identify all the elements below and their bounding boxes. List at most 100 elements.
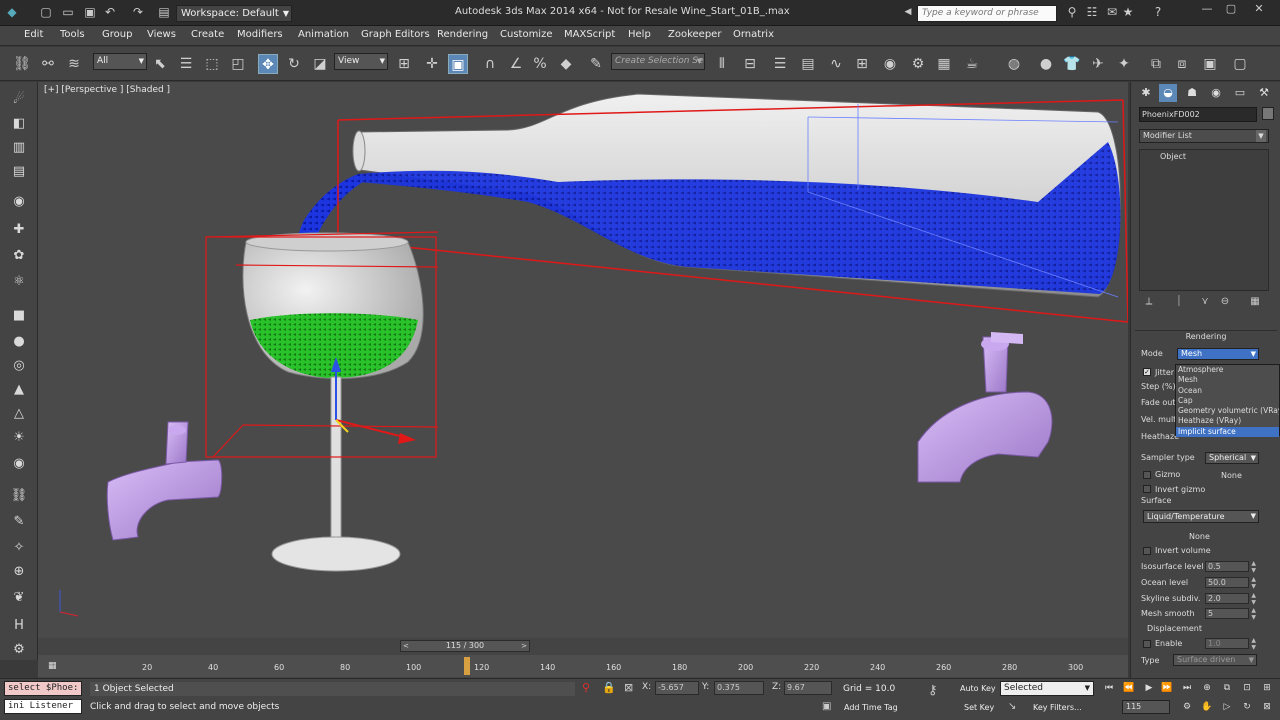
menu-tools[interactable]: Tools [60,29,85,40]
faucet-left[interactable] [106,421,223,541]
rectangular-selection-icon[interactable]: ⬚ [202,54,222,74]
isosurface-level-spinner[interactable]: 0.5 ▲ ▼ [1205,560,1256,574]
spacewarp-icon[interactable]: ✿ [9,246,29,266]
align-icon[interactable]: ⊟ [740,54,760,74]
time-config-icon[interactable]: ⚙ [1180,701,1194,714]
prev-frame-icon[interactable]: < [403,641,409,651]
current-frame-marker[interactable] [464,657,470,675]
sun-icon[interactable]: ☀ [9,428,29,448]
phoenix-helper-icon[interactable]: ✈ [1088,54,1108,74]
viewport-label[interactable]: [+] [Perspective ] [Shaded ] [44,85,170,95]
modify-tab-icon[interactable]: ◒ [1159,84,1177,102]
unlink-icon[interactable]: ⚯ [38,54,58,74]
create-box-icon[interactable]: ◧ [9,114,29,134]
select-and-scale-icon[interactable]: ◪ [310,54,330,74]
orbit-icon[interactable]: ↻ [1240,701,1254,714]
show-end-result-icon[interactable]: ⏐ [1171,296,1187,310]
layer-manager-icon[interactable]: ☰ [770,54,790,74]
snaps-toggle-icon[interactable]: ∩ [480,54,500,74]
remove-modifier-icon[interactable]: ⊖ [1217,296,1233,310]
window-crossing-icon[interactable]: ◰ [228,54,248,74]
menu-edit[interactable]: Edit [24,29,43,40]
field-of-view-icon[interactable]: ▷ [1220,701,1234,714]
menu-animation[interactable]: Animation [298,29,349,40]
mode-option-geometry-volumetric[interactable]: Geometry volumetric (VRay) [1176,406,1279,416]
menu-graph-editors[interactable]: Graph Editors [361,29,430,40]
mode-option-mesh[interactable]: Mesh [1176,375,1279,385]
menu-views[interactable]: Views [147,29,176,40]
paint-icon[interactable]: ✎ [9,512,29,532]
mode-option-ocean[interactable]: Ocean [1176,386,1279,396]
ocean-level-spinner[interactable]: 50.0 ▲ ▼ [1205,576,1256,590]
jitter-checkbox[interactable]: ✓ [1143,368,1151,376]
phoenix-sim-icon[interactable]: ⧈ [1172,54,1192,74]
sampler-type-dropdown[interactable]: Spherical ▼ [1205,452,1259,464]
z-coordinate-field[interactable]: 9.67 [784,681,832,695]
menu-create[interactable]: Create [191,29,224,40]
create-plane-icon[interactable]: ▤ [9,162,29,182]
mini-curve-icon[interactable]: ▦ [48,661,57,671]
menu-zookeeper[interactable]: Zookeeper [668,29,721,40]
helper-icon[interactable]: ✚ [9,220,29,240]
phoenix-source-icon[interactable]: ● [1036,54,1056,74]
scripts-icon[interactable]: ⚙ [9,640,29,660]
invert-gizmo-checkbox[interactable] [1143,485,1151,493]
sphere-icon[interactable]: ● [9,332,29,352]
goto-start-icon[interactable]: ⏮ [1102,682,1116,695]
keyboard-shortcut-override-icon[interactable]: ▣ [448,54,468,74]
menu-help[interactable]: Help [628,29,651,40]
selection-lock-icon[interactable]: 🔒 [602,681,616,694]
perspective-viewport[interactable]: [+] [Perspective ] [Shaded ] [38,82,1128,660]
previous-key-icon[interactable]: ⏪ [1122,682,1136,695]
spinner-arrows-icon[interactable]: ▲ ▼ [1251,607,1256,621]
zoom-extents-icon[interactable]: ⊡ [1240,682,1254,695]
timeline-ruler[interactable]: ▦ 20 40 60 80 100 120 140 160 180 200 22… [38,655,1128,677]
y-coordinate-field[interactable]: 0.375 [714,681,764,695]
maximize-viewport-icon[interactable]: ⊠ [1260,701,1274,714]
menu-customize[interactable]: Customize [500,29,553,40]
hierarchy-tab-icon[interactable]: ☗ [1183,84,1201,102]
rendered-frame-window-icon[interactable]: ▦ [934,54,954,74]
surface-dropdown[interactable]: Liquid/Temperature ▼ [1143,510,1259,523]
maxscript-listener-input[interactable]: ini Listener [4,699,82,714]
subscription-icon[interactable]: ☷ [1084,4,1100,20]
surface-none-button[interactable]: None [1189,532,1210,541]
key-filters-button[interactable]: Key Filters... [1033,703,1082,712]
light-bulb-icon[interactable]: ◉ [9,192,29,212]
spinner-arrows-icon[interactable]: ▲ ▼ [1251,560,1256,574]
help-search-input[interactable]: Type a keyword or phrase [917,5,1057,22]
modifier-stack[interactable]: Object [1139,149,1269,291]
mode-dropdown[interactable]: Mesh ▼ [1177,348,1259,360]
close-icon[interactable]: ✕ [1248,2,1270,16]
redo-icon[interactable]: ↷ [130,4,146,20]
undo-icon[interactable]: ↶ [102,4,118,20]
expand-search-icon[interactable]: ◀ [900,4,916,20]
play-icon[interactable]: ▶ [1142,682,1156,695]
menu-modifiers[interactable]: Modifiers [237,29,283,40]
key-icon[interactable]: ⚷ [928,683,938,698]
utilities-tab-icon[interactable]: ⚒ [1255,84,1273,102]
particles-emitter-icon[interactable]: ✧ [9,538,29,558]
goto-end-icon[interactable]: ⏭ [1180,682,1194,695]
time-slider[interactable]: < 115 / 300 > [400,640,530,652]
mode-option-heathaze[interactable]: Heathaze (VRay) [1176,416,1279,426]
time-tag-icon[interactable]: ▣ [822,701,831,712]
absolute-mode-icon[interactable]: ⊠ [624,681,633,694]
displacement-multiplier-spinner[interactable]: 1.0 ▲ ▼ [1205,637,1256,651]
new-file-icon[interactable]: ▢ [38,4,54,20]
add-time-tag-button[interactable]: Add Time Tag [844,703,898,712]
mesh-smooth-spinner[interactable]: 5 ▲ ▼ [1205,607,1256,621]
phoenix-render-icon[interactable]: ▢ [1230,54,1250,74]
select-by-name-icon[interactable]: ☰ [176,54,196,74]
x-coordinate-field[interactable]: -5.657 [655,681,699,695]
open-file-icon[interactable]: ▭ [60,4,76,20]
mode-option-cap[interactable]: Cap [1176,396,1279,406]
mode-option-implicit-surface[interactable]: Implicit surface [1176,426,1279,438]
phoenix-shirt-icon[interactable]: 👕 [1062,54,1082,74]
pan-view-icon[interactable]: ✋ [1200,701,1214,714]
modifier-list-dropdown[interactable]: Modifier List ▼ [1139,129,1269,143]
select-manipulate-icon[interactable]: ✛ [422,54,442,74]
zoom-extents-all-icon[interactable]: ⊞ [1260,682,1274,695]
maximize-icon[interactable]: ▢ [1220,2,1242,16]
help-icon[interactable]: ? [1150,4,1166,20]
